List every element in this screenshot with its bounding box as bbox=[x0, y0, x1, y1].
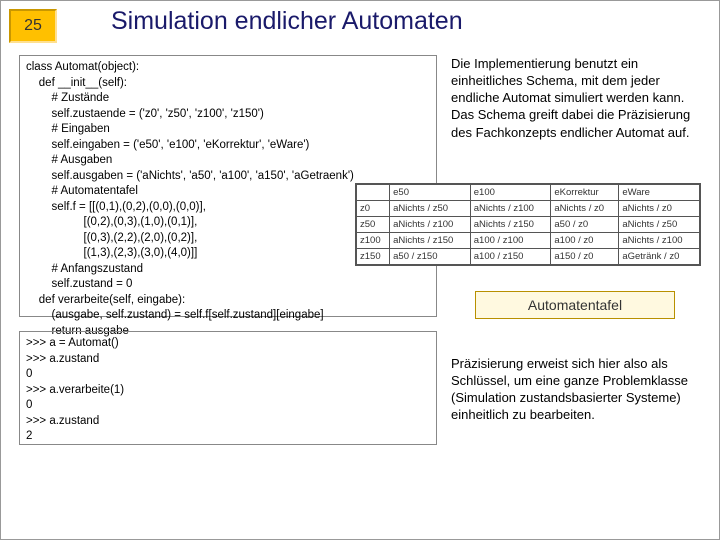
table-header bbox=[357, 185, 390, 201]
slide-number-badge: 25 bbox=[9, 9, 57, 43]
table-cell: z150 bbox=[357, 249, 390, 265]
table-caption: Automatentafel bbox=[475, 291, 675, 319]
table-cell: a100 / z0 bbox=[551, 233, 619, 249]
slide: 25 Simulation endlicher Automaten class … bbox=[0, 0, 720, 540]
table-cell: a100 / z150 bbox=[470, 249, 551, 265]
explanation-top: Die Implementierung benutzt ein einheitl… bbox=[451, 55, 701, 141]
table-header: e100 bbox=[470, 185, 551, 201]
table-cell: aNichts / z100 bbox=[390, 217, 471, 233]
code-block-repl: >>> a = Automat() >>> a.zustand 0 >>> a.… bbox=[19, 331, 437, 445]
table-cell: z50 bbox=[357, 217, 390, 233]
table-header: e50 bbox=[390, 185, 471, 201]
table-row: z0 aNichts / z50 aNichts / z100 aNichts … bbox=[357, 201, 700, 217]
table-cell: a50 / z0 bbox=[551, 217, 619, 233]
table-cell: aNichts / z0 bbox=[619, 201, 700, 217]
table-cell: aNichts / z150 bbox=[470, 217, 551, 233]
table-cell: a50 / z150 bbox=[390, 249, 471, 265]
table: e50 e100 eKorrektur eWare z0 aNichts / z… bbox=[356, 184, 700, 265]
slide-number-text: 25 bbox=[24, 17, 42, 35]
table-row: z50 aNichts / z100 aNichts / z150 a50 / … bbox=[357, 217, 700, 233]
table-cell: z0 bbox=[357, 201, 390, 217]
automaton-table: e50 e100 eKorrektur eWare z0 aNichts / z… bbox=[355, 183, 701, 266]
page-title: Simulation endlicher Automaten bbox=[111, 7, 699, 36]
table-row: z100 aNichts / z150 a100 / z100 a100 / z… bbox=[357, 233, 700, 249]
table-cell: aNichts / z100 bbox=[619, 233, 700, 249]
table-cell: aGetränk / z0 bbox=[619, 249, 700, 265]
table-cell: aNichts / z150 bbox=[390, 233, 471, 249]
table-row: z150 a50 / z150 a100 / z150 a150 / z0 aG… bbox=[357, 249, 700, 265]
table-header: eWare bbox=[619, 185, 700, 201]
table-cell: aNichts / z50 bbox=[619, 217, 700, 233]
table-cell: aNichts / z0 bbox=[551, 201, 619, 217]
explanation-bottom: Präzisierung erweist sich hier also als … bbox=[451, 355, 701, 424]
table-cell: a100 / z100 bbox=[470, 233, 551, 249]
table-header-row: e50 e100 eKorrektur eWare bbox=[357, 185, 700, 201]
table-cell: aNichts / z100 bbox=[470, 201, 551, 217]
table-cell: z100 bbox=[357, 233, 390, 249]
table-header: eKorrektur bbox=[551, 185, 619, 201]
table-cell: aNichts / z50 bbox=[390, 201, 471, 217]
table-cell: a150 / z0 bbox=[551, 249, 619, 265]
